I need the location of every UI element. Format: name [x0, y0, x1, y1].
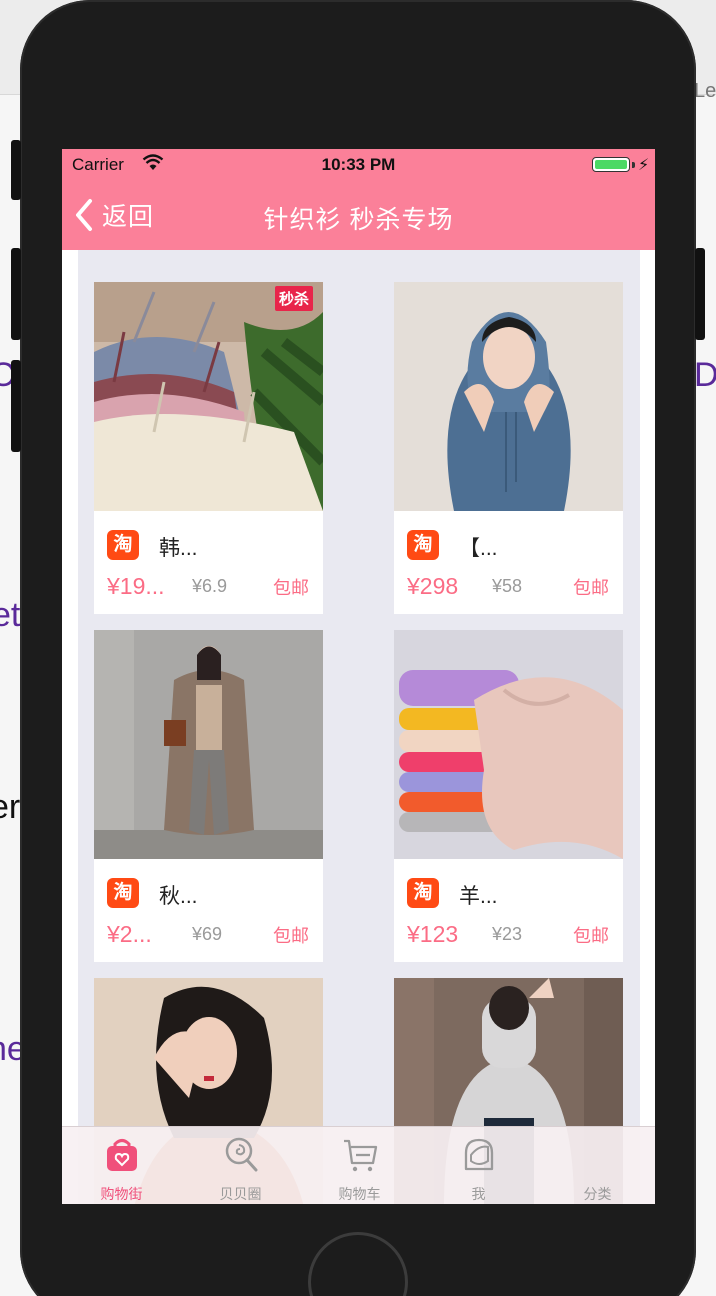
product-card[interactable]: 淘 秋... ¥2... ¥69 包邮 — [94, 630, 323, 962]
free-shipping-label: 包邮 — [273, 578, 309, 598]
taobao-icon: 淘 — [107, 878, 139, 908]
tab-label: 贝贝圈 — [219, 1186, 262, 1202]
product-image — [394, 282, 623, 511]
background-text: er — [0, 788, 21, 826]
cart-icon — [344, 1139, 378, 1172]
mute-switch — [11, 140, 21, 200]
taobao-icon: 淘 — [407, 878, 439, 908]
tab-label: 分类 — [583, 1186, 612, 1202]
battery-icon — [592, 157, 630, 172]
free-shipping-label: 包邮 — [273, 926, 309, 946]
shopping-bag-icon — [107, 1139, 137, 1171]
status-time: 10:33 PM — [321, 155, 396, 174]
status-bar: Carrier 10:33 PM ⚡ — [62, 149, 655, 181]
product-price: ¥19... — [107, 573, 165, 599]
lollipop-icon — [225, 1137, 258, 1172]
tab-label: 我 — [471, 1186, 486, 1202]
tab-me[interactable]: 我 — [419, 1127, 538, 1204]
background-text: Le — [694, 80, 716, 102]
taobao-icon: 淘 — [407, 530, 439, 560]
battery-tip — [632, 162, 635, 168]
product-original-price: ¥6.9 — [192, 576, 228, 596]
taobao-icon: 淘 — [107, 530, 139, 560]
content-right-edge — [639, 250, 655, 1204]
product-title: 韩... — [159, 537, 198, 560]
product-card[interactable]: 淘 【... ¥298 ¥58 包邮 — [394, 282, 623, 614]
product-original-price: ¥69 — [192, 924, 223, 944]
product-image — [394, 630, 623, 859]
product-title: 【... — [459, 537, 498, 560]
product-price: ¥298 — [407, 573, 459, 599]
free-shipping-label: 包邮 — [573, 578, 609, 598]
profile-icon — [464, 1138, 494, 1171]
tab-bar: 购物街 贝贝圈 购物车 我 分类 — [62, 1126, 655, 1204]
tab-label: 购物街 — [100, 1186, 143, 1202]
volume-down-button — [11, 360, 21, 452]
tab-shopping-street[interactable]: 购物街 — [62, 1127, 181, 1204]
background-text: et — [0, 596, 21, 634]
app-screen: Carrier 10:33 PM ⚡ 返回 针织衫 秒杀专场 秒杀 淘 韩...… — [62, 149, 655, 1204]
product-card[interactable]: 秒杀 淘 韩... ¥19... ¥6.9 包邮 — [94, 282, 323, 614]
background-text: D — [694, 356, 716, 394]
power-button — [695, 248, 705, 340]
product-card[interactable]: 淘 羊... ¥123 ¥23 包邮 — [394, 630, 623, 962]
tab-shopping-cart[interactable]: 购物车 — [300, 1127, 419, 1204]
product-image — [94, 630, 323, 859]
free-shipping-label: 包邮 — [573, 926, 609, 946]
product-title: 羊... — [459, 885, 498, 908]
home-button[interactable] — [308, 1232, 408, 1296]
product-title: 秋... — [159, 885, 198, 908]
tab-beibei-circle[interactable]: 贝贝圈 — [181, 1127, 300, 1204]
product-price: ¥123 — [407, 921, 459, 947]
product-image: 秒杀 — [94, 282, 323, 511]
navigation-bar: Carrier 10:33 PM ⚡ 返回 针织衫 秒杀专场 — [62, 149, 655, 250]
tab-label: 购物车 — [338, 1186, 381, 1202]
product-original-price: ¥23 — [492, 924, 523, 944]
product-grid: 秒杀 淘 韩... ¥19... ¥6.9 包邮 淘 【... ¥298 ¥58… — [78, 250, 640, 1204]
seckill-badge: 秒杀 — [274, 286, 313, 311]
volume-up-button — [11, 248, 21, 340]
page-title: 针织衫 秒杀专场 — [263, 206, 454, 234]
content-left-edge — [62, 250, 78, 1204]
product-original-price: ¥58 — [492, 576, 523, 596]
product-price: ¥2... — [107, 921, 152, 947]
tab-category[interactable]: 分类 — [538, 1127, 655, 1204]
charging-bolt-icon: ⚡ — [638, 157, 650, 174]
